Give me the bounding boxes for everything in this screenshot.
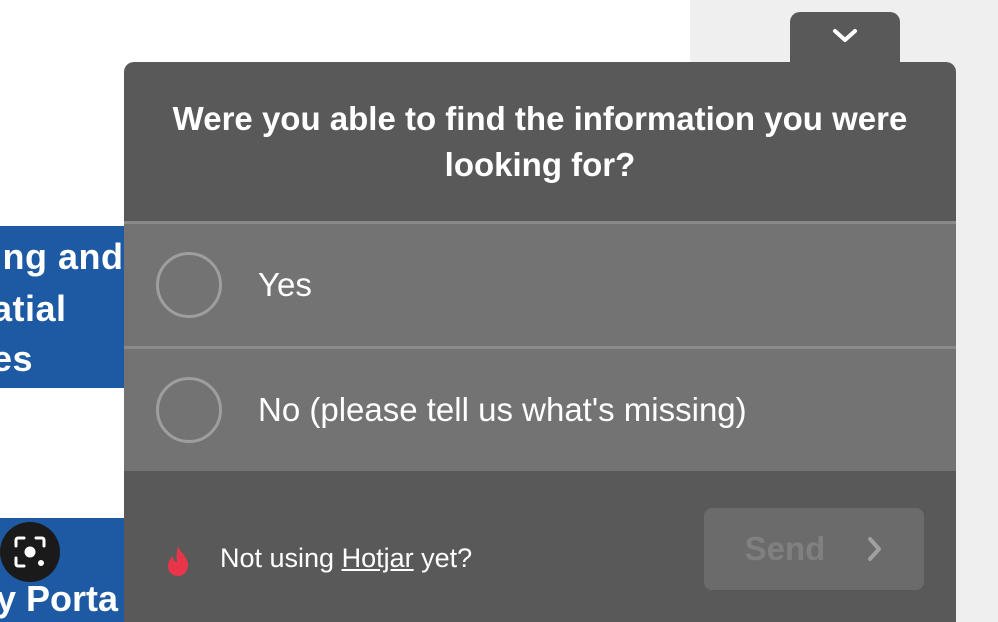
option-no-label: No (please tell us what's missing) <box>258 391 747 428</box>
hotjar-link[interactable]: Hotjar <box>342 543 414 573</box>
background-portal-text: y Porta <box>0 578 119 619</box>
background-heading-line: ing and <box>0 236 124 277</box>
send-button-label: Send <box>744 530 826 567</box>
hotjar-promo: Not using Hotjar yet? <box>220 543 472 574</box>
hotjar-promo-suffix: yet? <box>413 543 473 573</box>
chevron-right-icon <box>868 537 882 561</box>
option-no[interactable]: No (please tell us what's missing) <box>124 349 956 471</box>
flame-icon <box>168 546 188 576</box>
background-heading-block: ing and atial es <box>0 226 140 388</box>
option-yes-label: Yes <box>258 266 312 303</box>
chevron-down-icon <box>833 29 857 42</box>
option-yes[interactable]: Yes <box>124 224 956 346</box>
radio-no[interactable] <box>156 377 222 443</box>
widget-footer: Not using Hotjar yet? Send <box>124 472 956 622</box>
background-heading-line: es <box>0 338 34 379</box>
background-heading-line: atial <box>0 288 67 329</box>
survey-question: Were you able to find the information yo… <box>172 100 908 183</box>
send-button[interactable]: Send <box>704 508 924 590</box>
visual-search-button[interactable] <box>0 522 60 582</box>
radio-yes[interactable] <box>156 252 222 318</box>
hotjar-promo-prefix: Not using <box>220 543 342 573</box>
feedback-widget: Were you able to find the information yo… <box>124 62 956 622</box>
lens-icon <box>14 536 46 568</box>
